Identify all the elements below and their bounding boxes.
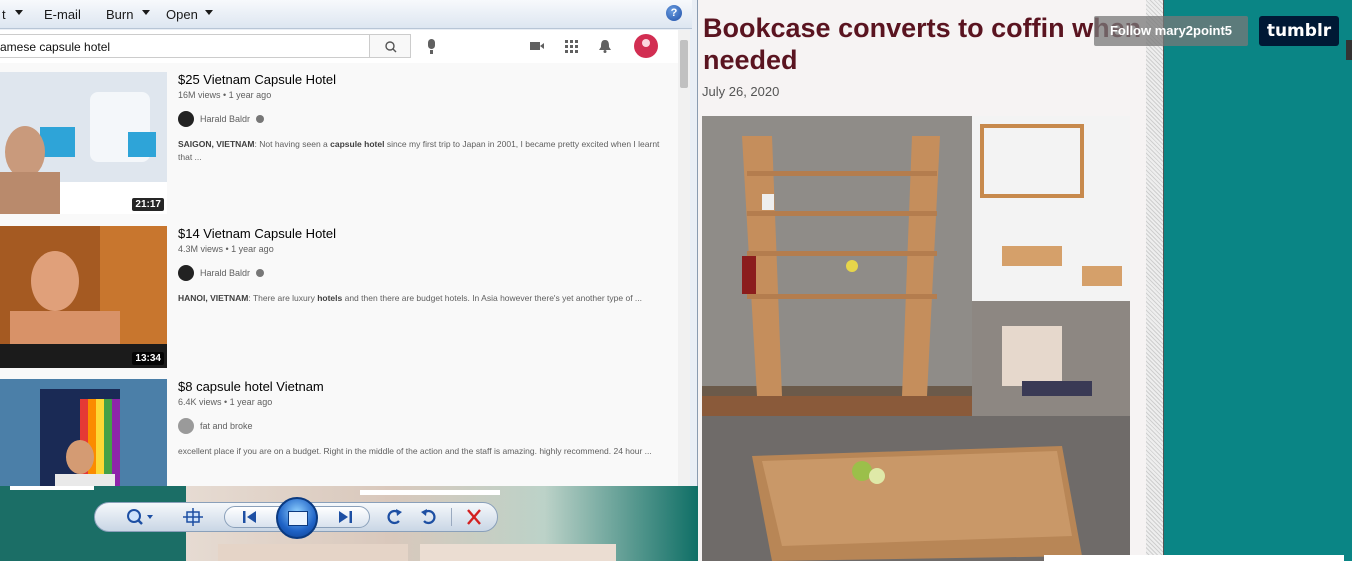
post-photo[interactable]	[702, 116, 1130, 561]
search-query: amese capsule hotel	[0, 40, 111, 54]
photo-viewer-window: t E-mail Burn Open ? amese capsule hotel	[0, 0, 698, 561]
rotate-clockwise-icon[interactable]	[416, 506, 440, 528]
video-thumbnail[interactable]	[0, 379, 167, 486]
previous-icon[interactable]	[238, 506, 262, 528]
search-input[interactable]: amese capsule hotel	[0, 34, 370, 58]
video-meta: 4.3M views • 1 year ago	[178, 244, 274, 254]
background-card	[420, 544, 616, 561]
post-date[interactable]: July 26, 2020	[702, 84, 779, 99]
channel-name[interactable]: Harald Baldr	[200, 114, 250, 124]
create-video-icon[interactable]	[530, 39, 544, 53]
video-title[interactable]: $14 Vietnam Capsule Hotel	[178, 226, 336, 241]
help-icon[interactable]: ?	[666, 5, 682, 21]
menu-burn[interactable]: Burn	[106, 7, 133, 22]
verified-check-icon	[256, 269, 264, 277]
follow-button[interactable]: Follow mary2point5	[1094, 16, 1248, 46]
toolbar-separator	[451, 508, 452, 526]
chevron-down-icon[interactable]	[205, 10, 213, 15]
search-button[interactable]	[369, 34, 411, 58]
slideshow-button[interactable]	[276, 497, 318, 539]
bottom-white-bar	[1044, 555, 1344, 561]
video-meta: 6.4K views • 1 year ago	[178, 397, 273, 407]
capsule-interior-image	[0, 72, 167, 214]
rainbow-door-image	[0, 379, 167, 486]
description-text: and then there are budget hotels. In Asi…	[342, 293, 643, 303]
chevron-down-icon[interactable]	[142, 10, 150, 15]
blog-column-border	[1146, 0, 1164, 561]
channel-name[interactable]: fat and broke	[200, 421, 253, 431]
video-description: excellent place if you are on a budget. …	[178, 446, 652, 456]
apps-grid-icon[interactable]	[564, 39, 578, 53]
bell-icon[interactable]	[598, 39, 612, 53]
menu-email[interactable]: E-mail	[44, 7, 81, 22]
youtube-screenshot: amese capsule hotel 21:17 $25 Vietnam Ca…	[0, 30, 690, 486]
youtube-topbar: amese capsule hotel	[0, 30, 690, 63]
post-title[interactable]: Bookcase converts to coffin when needed	[703, 12, 1143, 76]
rotate-counterclockwise-icon[interactable]	[383, 506, 407, 528]
white-line	[360, 490, 500, 495]
video-thumbnail[interactable]: 13:34	[0, 226, 167, 368]
video-result[interactable]: 21:17 $25 Vietnam Capsule Hotel 16M view…	[0, 72, 670, 218]
search-icon	[385, 41, 397, 53]
video-description: SAIGON, VIETNAM: Not having seen a capsu…	[178, 138, 666, 164]
viewer-menubar: t E-mail Burn Open ?	[0, 0, 692, 29]
video-description: HANOI, VIETNAM: There are luxury hotels …	[178, 292, 666, 305]
video-title[interactable]: $25 Vietnam Capsule Hotel	[178, 72, 336, 87]
video-result[interactable]: 13:34 $14 Vietnam Capsule Hotel 4.3M vie…	[0, 226, 670, 372]
description-text: : There are luxury	[248, 293, 318, 303]
background-card	[218, 544, 408, 561]
white-line	[10, 486, 94, 490]
wooden-capsule-image	[0, 226, 167, 368]
channel-avatar[interactable]	[178, 265, 194, 281]
chevron-down-icon[interactable]	[15, 10, 23, 15]
description-keyword: hotels	[317, 293, 343, 303]
microphone-icon[interactable]	[428, 39, 435, 54]
page-scrollbar-thumb[interactable]	[1346, 40, 1352, 60]
menu-partial[interactable]: t	[2, 7, 6, 22]
channel-avatar[interactable]	[178, 111, 194, 127]
description-place: HANOI, VIETNAM	[178, 293, 249, 303]
zoom-icon[interactable]	[122, 506, 156, 528]
description-place: SAIGON, VIETNAM	[178, 139, 255, 149]
menu-open[interactable]: Open	[166, 7, 198, 22]
video-meta: 16M views • 1 year ago	[178, 90, 272, 100]
user-avatar[interactable]	[634, 34, 658, 58]
video-title[interactable]: $8 capsule hotel Vietnam	[178, 379, 324, 394]
video-duration: 13:34	[132, 352, 164, 365]
video-thumbnail[interactable]: 21:17	[0, 72, 167, 214]
channel-name[interactable]: Harald Baldr	[200, 268, 250, 278]
youtube-scrollbar-thumb[interactable]	[680, 40, 688, 88]
fit-to-window-icon[interactable]	[181, 506, 205, 528]
tumblr-logo[interactable]: tumblr	[1259, 16, 1339, 46]
delete-icon[interactable]	[462, 506, 486, 528]
bookcase-coffin-image	[702, 116, 1130, 561]
verified-check-icon	[256, 115, 264, 123]
description-keyword: capsule hotel	[330, 139, 385, 149]
video-duration: 21:17	[132, 198, 164, 211]
youtube-scrollbar[interactable]	[678, 30, 690, 486]
next-icon[interactable]	[333, 506, 357, 528]
video-result[interactable]: $8 capsule hotel Vietnam 6.4K views • 1 …	[0, 379, 670, 486]
channel-avatar[interactable]	[178, 418, 194, 434]
description-text: : Not having seen a	[254, 139, 331, 149]
